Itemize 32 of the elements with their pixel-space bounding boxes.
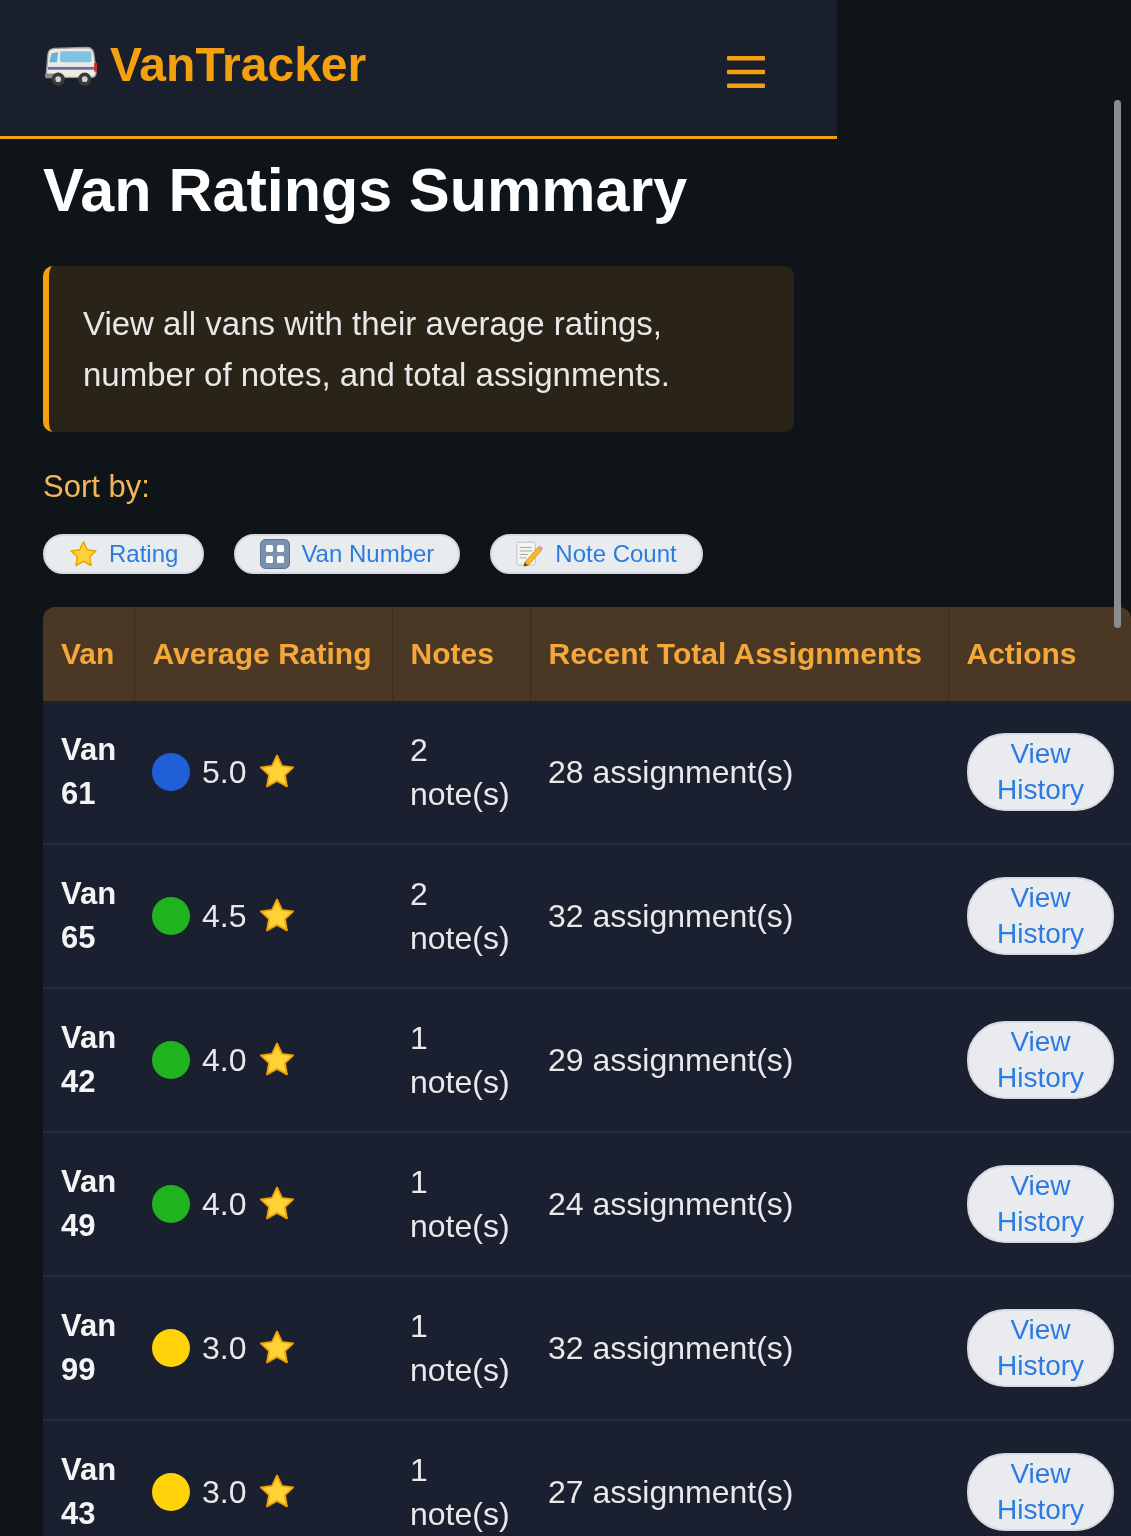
rating-value: 4.0 xyxy=(202,1041,247,1080)
table-cell: 1 note(s) xyxy=(392,1420,530,1536)
rating-value: 4.0 xyxy=(202,1185,247,1224)
sort-button[interactable]: Van Number xyxy=(234,534,461,574)
brand-link[interactable]: VanTracker xyxy=(44,37,367,93)
memo-pencil-icon xyxy=(516,540,545,568)
table-cell: Van 43 xyxy=(43,1420,134,1536)
sort-label: Sort by: xyxy=(43,468,151,506)
rating-value: 3.0 xyxy=(202,1329,247,1368)
view-history-button[interactable]: View History xyxy=(967,1309,1114,1387)
rating-value: 3.0 xyxy=(202,1473,247,1512)
view-history-button[interactable]: View History xyxy=(967,733,1114,811)
column-header: Average Rating xyxy=(134,607,392,701)
scrollbar-thumb[interactable] xyxy=(1114,100,1121,628)
rating-value: 4.5 xyxy=(202,897,247,936)
rating-value: 5.0 xyxy=(202,753,247,792)
view-history-button[interactable]: View History xyxy=(967,1453,1114,1531)
column-header: Van xyxy=(43,607,134,701)
sort-button[interactable]: Note Count xyxy=(490,534,703,574)
menu-icon[interactable] xyxy=(727,56,765,88)
column-header: Notes xyxy=(392,607,530,701)
view-history-button[interactable]: View History xyxy=(967,877,1114,955)
page-title: Van Ratings Summary xyxy=(43,155,689,225)
sort-button[interactable]: Rating xyxy=(43,534,205,574)
star-icon xyxy=(69,539,98,569)
view-history-button[interactable]: View History xyxy=(967,1021,1114,1099)
column-header: Actions xyxy=(948,607,1131,701)
column-header: Recent Total Assignments xyxy=(530,607,948,701)
table-cell: 27 assignment(s) xyxy=(530,1420,948,1536)
number-tile-icon xyxy=(260,539,291,569)
info-box: View all vans with their average ratings, number of notes, and total assignments. xyxy=(43,266,794,432)
view-history-button[interactable]: View History xyxy=(967,1165,1114,1243)
